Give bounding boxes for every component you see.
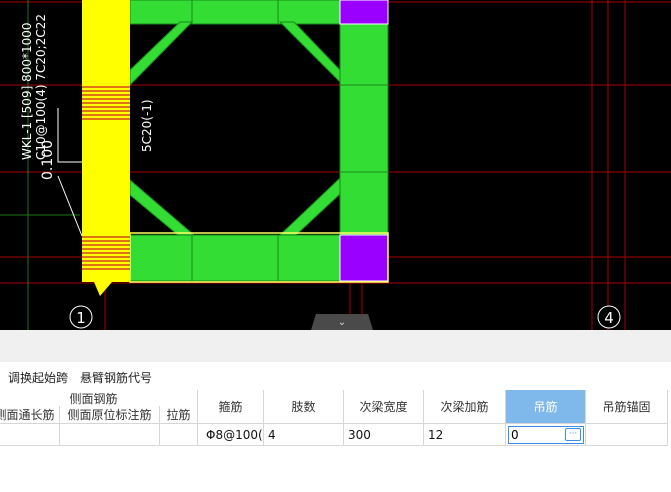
- beam-label-offset: 0.100: [40, 139, 56, 180]
- beam-label-top: WKL-1 [509] 800*1000: [20, 22, 34, 160]
- cell-side-through-bar[interactable]: [0, 424, 60, 446]
- header-side-rebar-group: 侧面钢筋: [0, 390, 198, 406]
- axis-label-4: 4: [604, 309, 614, 327]
- cell-hanger-anchor[interactable]: [586, 424, 668, 446]
- header-hanger-anchor[interactable]: 吊筋锚固: [586, 390, 668, 424]
- axis-label-1: 1: [76, 309, 86, 327]
- swap-start-span-button[interactable]: 调换起始跨: [8, 369, 68, 386]
- panel-divider: [0, 330, 671, 362]
- hanger-bar-input[interactable]: [511, 428, 561, 442]
- cell-legs[interactable]: 4: [264, 424, 344, 446]
- header-legs[interactable]: 肢数: [264, 390, 344, 424]
- header-stirrup[interactable]: 箍筋: [198, 390, 264, 424]
- cell-secondary-beam-add[interactable]: 12: [424, 424, 506, 446]
- header-secondary-beam-width[interactable]: 次梁宽度: [344, 390, 424, 424]
- cell-secondary-beam-width[interactable]: 300: [344, 424, 424, 446]
- chevron-down-icon: ⌄: [337, 316, 347, 328]
- cell-tie-bar[interactable]: [160, 424, 198, 446]
- cell-side-in-situ-bar[interactable]: [60, 424, 160, 446]
- hanger-bar-editor[interactable]: ···: [508, 426, 584, 444]
- cantilever-code-button[interactable]: 悬臂钢筋代号: [80, 369, 152, 386]
- toolbar: 调换起始跨 悬臂钢筋代号: [0, 362, 671, 390]
- header-tie-bar[interactable]: 拉筋: [160, 406, 198, 424]
- header-hanger-bar[interactable]: 吊筋: [506, 390, 586, 424]
- beam-label-second: C10@100(4) 7C20;2C22: [34, 14, 48, 160]
- collapse-panel-button[interactable]: ⌄: [311, 314, 373, 330]
- more-options-button[interactable]: ···: [565, 428, 581, 441]
- header-side-in-situ-bar[interactable]: 侧面原位标注筋: [60, 406, 160, 424]
- drawing-canvas[interactable]: 1 4 WKL-1 [509] 800*1000 C10@100(4) 7C20…: [0, 0, 671, 330]
- cad-drawing: 1 4: [0, 0, 671, 330]
- header-side-through-bar[interactable]: 侧面通长筋: [0, 406, 60, 424]
- cell-stirrup[interactable]: Φ8@100(4: [198, 424, 264, 446]
- header-secondary-beam-add[interactable]: 次梁加筋: [424, 390, 506, 424]
- rebar-table: 侧面钢筋 侧面通长筋 侧面原位标注筋 拉筋 箍筋 肢数 次梁宽度 次梁加筋 吊筋…: [0, 390, 671, 492]
- secondary-beam-label: 5C20(-1): [140, 99, 154, 152]
